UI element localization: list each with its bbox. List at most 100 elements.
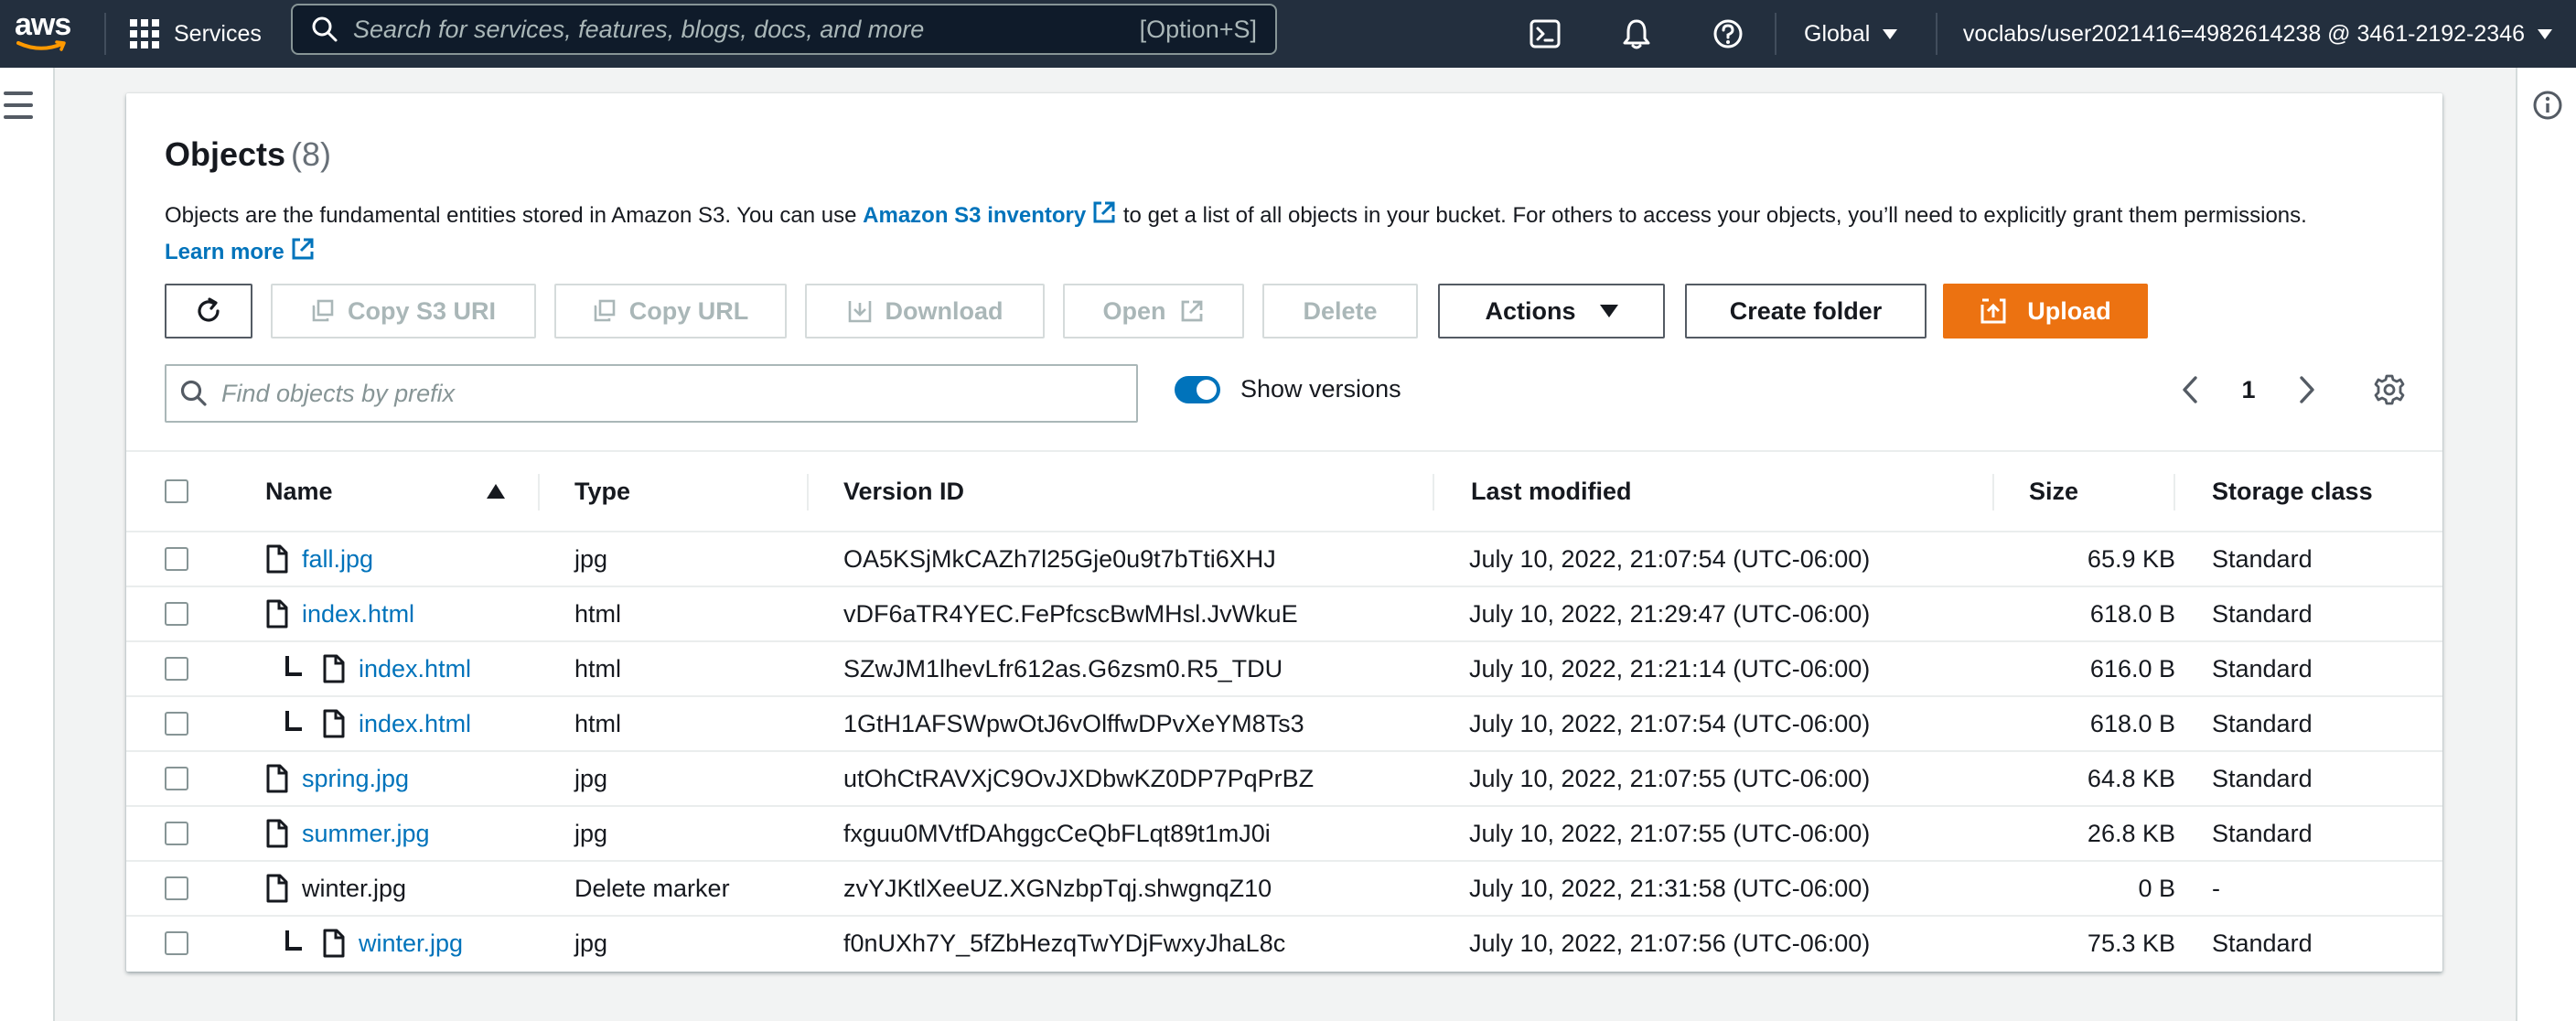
download-button[interactable]: Download: [805, 284, 1045, 339]
column-last-modified[interactable]: Last modified: [1471, 452, 1632, 531]
column-divider[interactable]: [2174, 474, 2175, 510]
storage-class-cell: Standard: [2212, 929, 2313, 957]
file-icon: [266, 874, 288, 903]
help-button[interactable]: [1707, 13, 1749, 55]
column-type[interactable]: Type: [574, 452, 630, 531]
caret-down-icon: [1599, 305, 1618, 317]
table-row[interactable]: winter.jpg jpg f0nUXh7Y_5fZbHezqTwYDjFwxyJ…: [126, 917, 2442, 972]
copy-url-button[interactable]: Copy URL: [554, 284, 787, 339]
object-name-link[interactable]: summer.jpg: [302, 820, 430, 848]
learn-more-link[interactable]: Learn more: [165, 238, 316, 264]
global-search[interactable]: [Option+S]: [291, 4, 1277, 55]
objects-table: Name Type Version ID Last modified Size …: [126, 450, 2442, 972]
next-page-button[interactable]: [2289, 368, 2325, 412]
name-cell: fall.jpg: [265, 532, 373, 586]
row-select-cell: [165, 862, 188, 915]
row-checkbox[interactable]: [165, 822, 188, 845]
notifications-button[interactable]: [1615, 13, 1658, 55]
table-row[interactable]: winter.jpg Delete marker zvYJKtlXeeUZ.XGNz…: [126, 862, 2442, 917]
name-cell: spring.jpg: [265, 752, 409, 805]
type-cell: jpg: [574, 544, 608, 573]
column-size[interactable]: Size: [2029, 452, 2078, 531]
table-row[interactable]: summer.jpg jpg fxguu0MVtfDAhggcCeQbFLqt89t…: [126, 807, 2442, 862]
show-versions-toggle[interactable]: Show versions: [1175, 375, 1401, 403]
download-icon: [848, 301, 871, 323]
upload-button[interactable]: Upload: [1943, 284, 2148, 339]
table-row[interactable]: index.html html SZwJM1lhevLfr612as.G6zsm0.…: [126, 642, 2442, 697]
row-checkbox[interactable]: [165, 547, 188, 571]
column-divider[interactable]: [807, 474, 809, 510]
file-icon: [266, 544, 288, 574]
table-row[interactable]: index.html html 1GtH1AFSWpwOtJ6vOlffwDPvXe…: [126, 697, 2442, 752]
select-all-checkbox[interactable]: [165, 479, 188, 503]
name-cell: index.html: [265, 697, 471, 750]
cloudshell-button[interactable]: [1524, 13, 1566, 55]
upload-icon: [1980, 298, 2006, 324]
right-rail: [2516, 68, 2576, 1021]
column-last-modified-label: Last modified: [1471, 477, 1632, 505]
version-id-cell: utOhCtRAVXjC9OvJXDbwKZ0DP7PqPrBZ: [843, 764, 1315, 792]
preferences-button[interactable]: [2366, 366, 2413, 414]
actions-dropdown[interactable]: Actions: [1438, 284, 1665, 339]
column-storage-class[interactable]: Storage class: [2212, 452, 2373, 531]
objects-count: (8): [291, 135, 332, 173]
row-checkbox[interactable]: [165, 602, 188, 626]
column-divider[interactable]: [538, 474, 540, 510]
menu-icon[interactable]: [4, 91, 33, 119]
size-cell: 618.0 B: [2089, 709, 2175, 737]
version-branch-icon: [285, 711, 302, 731]
info-icon[interactable]: [2532, 90, 2563, 121]
size-cell: 616.0 B: [2089, 654, 2175, 682]
toggle-switch[interactable]: [1175, 375, 1220, 403]
learn-more-label: Learn more: [165, 240, 284, 264]
copy-url-label: Copy URL: [628, 296, 749, 325]
column-divider[interactable]: [1433, 474, 1434, 510]
column-divider[interactable]: [1992, 474, 1994, 510]
size-cell: 26.8 KB: [2087, 819, 2175, 847]
open-button[interactable]: Open: [1063, 284, 1244, 339]
delete-button[interactable]: Delete: [1262, 284, 1418, 339]
object-name-link[interactable]: index.html: [359, 655, 471, 683]
row-checkbox[interactable]: [165, 876, 188, 900]
object-name-link[interactable]: winter.jpg: [359, 930, 463, 958]
services-menu-button[interactable]: Services: [130, 13, 262, 55]
column-version-id[interactable]: Version ID: [843, 452, 964, 531]
refresh-icon: [198, 297, 220, 322]
object-name-link[interactable]: spring.jpg: [302, 765, 409, 793]
previous-page-button[interactable]: [2172, 368, 2208, 412]
table-row[interactable]: index.html html vDF6aTR4YEC.FePfcscBwMHsl.…: [126, 587, 2442, 642]
current-page[interactable]: 1: [2230, 376, 2267, 404]
size-cell: 0 B: [2138, 874, 2175, 902]
row-checkbox[interactable]: [165, 657, 188, 681]
object-name-link[interactable]: index.html: [302, 600, 414, 629]
account-menu[interactable]: voclabs/user2021416=4982614238 @ 3461-21…: [1963, 13, 2552, 55]
prefix-filter-input[interactable]: [221, 379, 1136, 408]
prefix-filter[interactable]: [165, 364, 1138, 423]
table-row[interactable]: spring.jpg jpg utOhCtRAVXjC9OvJXDbwKZ0DP7P…: [126, 752, 2442, 807]
file-icon: [323, 654, 345, 683]
type-cell: Delete marker: [574, 874, 730, 902]
column-name[interactable]: Name: [265, 452, 505, 531]
copy-s3-uri-button[interactable]: Copy S3 URI: [271, 284, 536, 339]
create-folder-button[interactable]: Create folder: [1685, 284, 1927, 339]
storage-class-cell: Standard: [2212, 544, 2313, 573]
s3-inventory-link[interactable]: Amazon S3 inventory: [863, 201, 1117, 228]
region-selector[interactable]: Global: [1804, 13, 1898, 55]
name-cell: index.html: [265, 642, 471, 695]
table-row[interactable]: fall.jpg jpg OA5KSjMkCAZh7l25Gje0u9t7bTti6…: [126, 532, 2442, 587]
row-checkbox[interactable]: [165, 931, 188, 955]
type-cell: jpg: [574, 764, 608, 792]
external-link-icon: [1181, 300, 1202, 322]
row-checkbox[interactable]: [165, 712, 188, 736]
refresh-button[interactable]: [165, 284, 252, 339]
version-id-cell: OA5KSjMkCAZh7l25Gje0u9t7bTti6XHJ: [843, 544, 1276, 573]
version-id-cell: SZwJM1lhevLfr612as.G6zsm0.R5_TDU: [843, 654, 1283, 682]
object-name-link[interactable]: fall.jpg: [302, 545, 373, 574]
object-name-link[interactable]: index.html: [359, 710, 471, 738]
version-id-cell: 1GtH1AFSWpwOtJ6vOlffwDPvXeYM8Ts3: [843, 709, 1304, 737]
row-checkbox[interactable]: [165, 767, 188, 790]
objects-heading: Objects (8): [165, 135, 331, 174]
global-search-input[interactable]: [353, 15, 1140, 44]
version-id-cell: zvYJKtlXeeUZ.XGNzbpTqj.shwgnqZ10: [843, 874, 1272, 902]
aws-logo[interactable]: aws: [15, 7, 73, 59]
